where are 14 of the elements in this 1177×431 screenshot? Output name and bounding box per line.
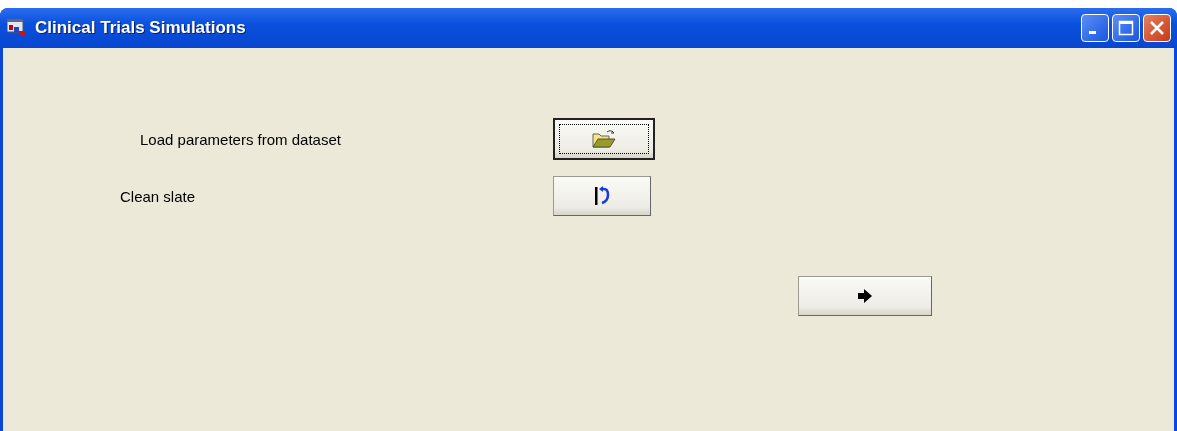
action-label: Load parameters from dataset (140, 130, 342, 148)
reset-button[interactable] (553, 176, 651, 216)
action-label: Clean slate (120, 187, 197, 205)
open-folder-button[interactable] (553, 118, 655, 160)
close-button[interactable] (1143, 14, 1171, 42)
undo-icon (594, 185, 610, 207)
next-button[interactable] (798, 276, 932, 316)
right-arrow-icon (858, 289, 872, 303)
minimize-icon (1089, 31, 1096, 34)
window-title: Clinical Trials Simulations (35, 18, 246, 38)
maximize-button[interactable] (1112, 14, 1140, 42)
folder-icon (591, 129, 617, 149)
app-icon (7, 19, 27, 37)
minimize-button[interactable] (1081, 14, 1109, 42)
